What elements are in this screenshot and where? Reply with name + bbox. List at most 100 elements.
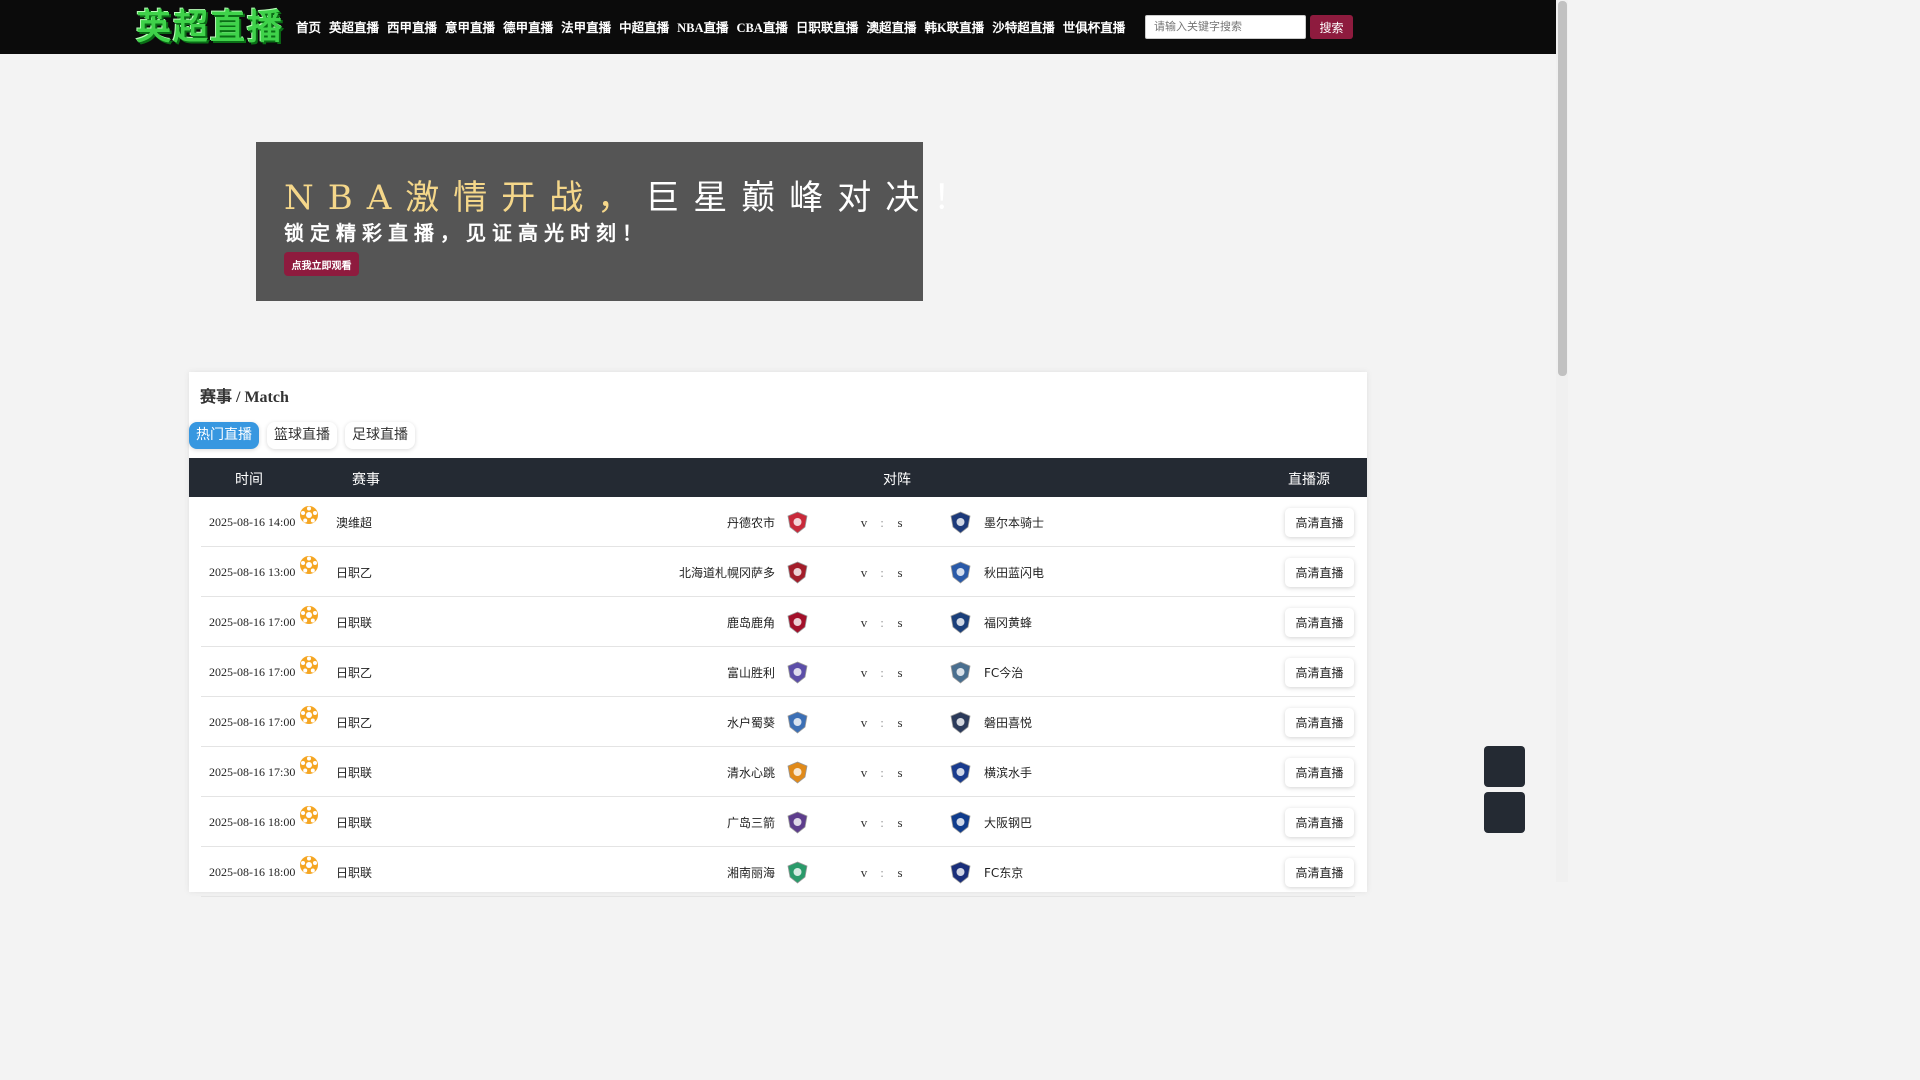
match-time: 2025-08-16 17:30 (209, 765, 296, 779)
banner-title-highlight: NBA激情开战， (284, 178, 646, 218)
nav-item-serie-a[interactable]: 意甲直播 (445, 17, 495, 36)
column-header-league: 赛事 (352, 472, 380, 488)
score-right: s (897, 665, 903, 680)
match-league[interactable]: 日职联 (336, 764, 372, 781)
table-row: 2025-08-16 17:00 日职乙 水户蜀葵 v: s 磐田喜悦 高清直播 (201, 697, 1355, 747)
hd-live-button[interactable]: 高清直播 (1285, 708, 1354, 737)
nav-item-la-liga[interactable]: 西甲直播 (387, 17, 437, 36)
floating-action-button-2[interactable] (1484, 792, 1525, 833)
nav-item-j-league[interactable]: 日职联直播 (796, 17, 859, 36)
home-team-logo-icon (785, 760, 810, 785)
match-score: v: s (855, 665, 909, 681)
home-team-name[interactable]: 水户蜀葵 (727, 714, 775, 731)
score-left: v (860, 765, 868, 780)
home-team-name[interactable]: 北海道札幌冈萨多 (679, 564, 775, 581)
away-team-name[interactable]: 大阪钢巴 (984, 814, 1032, 831)
hd-live-button[interactable]: 高清直播 (1285, 808, 1354, 837)
soccer-ball-icon (299, 505, 319, 525)
home-team-name[interactable]: 丹德农市 (727, 514, 775, 531)
match-league[interactable]: 日职联 (336, 864, 372, 881)
away-team-name[interactable]: 墨尔本骑士 (984, 514, 1044, 531)
score-separator: : (880, 815, 884, 830)
away-team-name[interactable]: 福冈黄蜂 (984, 614, 1032, 631)
hd-live-button[interactable]: 高清直播 (1285, 858, 1354, 887)
nav-item-premier-league[interactable]: 英超直播 (329, 17, 379, 36)
score-right: s (897, 865, 903, 880)
soccer-ball-icon (299, 855, 319, 875)
nav-item-k-league[interactable]: 韩K联直播 (924, 17, 984, 36)
search-input[interactable] (1145, 15, 1306, 39)
away-team-name[interactable]: FC今治 (984, 664, 1023, 681)
score-separator: : (880, 565, 884, 580)
match-time: 2025-08-16 17:00 (209, 615, 296, 629)
soccer-ball-icon (299, 605, 319, 625)
match-time: 2025-08-16 17:00 (209, 715, 296, 729)
nav-item-home[interactable]: 首页 (296, 17, 321, 36)
match-league[interactable]: 日职乙 (336, 664, 372, 681)
banner-subtitle: 锁定精彩直播，见证高光时刻！ (284, 221, 648, 245)
nav-item-ligue-1[interactable]: 法甲直播 (561, 17, 611, 36)
match-league[interactable]: 日职乙 (336, 714, 372, 731)
away-team-name[interactable]: FC东京 (984, 864, 1023, 881)
score-separator: : (880, 615, 884, 630)
score-left: v (860, 815, 868, 830)
home-team-name[interactable]: 鹿岛鹿角 (727, 614, 775, 631)
nav-item-club-world-cup[interactable]: 世俱杯直播 (1063, 17, 1126, 36)
away-team-name[interactable]: 磐田喜悦 (984, 714, 1032, 731)
score-right: s (897, 715, 903, 730)
promo-banner[interactable]: NBA激情开战，巨星巅峰对决！ 锁定精彩直播，见证高光时刻！ 点我立即观看 (256, 142, 967, 301)
match-time: 2025-08-16 13:00 (209, 565, 296, 579)
site-logo[interactable]: 英超直播 (136, 8, 284, 48)
nav-item-cba[interactable]: CBA直播 (737, 17, 788, 36)
home-team-logo-icon (785, 560, 810, 585)
score-separator: : (880, 765, 884, 780)
home-team-logo-icon (785, 710, 810, 735)
tab-basketball-live[interactable]: 篮球直播 (267, 422, 337, 449)
hd-live-button[interactable]: 高清直播 (1285, 558, 1354, 587)
match-league[interactable]: 日职联 (336, 614, 372, 631)
nav-item-saudi-league[interactable]: 沙特超直播 (992, 17, 1055, 36)
home-team-logo-icon (785, 860, 810, 885)
score-left: v (860, 565, 868, 580)
nav-item-a-league[interactable]: 澳超直播 (866, 17, 916, 36)
away-team-name[interactable]: 横滨水手 (984, 764, 1032, 781)
away-team-name[interactable]: 秋田蓝闪电 (984, 564, 1044, 581)
score-right: s (897, 565, 903, 580)
nav-item-bundesliga[interactable]: 德甲直播 (503, 17, 553, 36)
page-scrollbar-thumb[interactable] (1558, 1, 1567, 376)
tab-football-live[interactable]: 足球直播 (345, 422, 415, 449)
match-league[interactable]: 日职联 (336, 814, 372, 831)
match-score: v: s (855, 565, 909, 581)
score-left: v (860, 615, 868, 630)
home-team-name[interactable]: 广岛三箭 (727, 814, 775, 831)
search-button[interactable]: 搜索 (1310, 15, 1353, 39)
home-team-name[interactable]: 富山胜利 (727, 664, 775, 681)
match-league[interactable]: 日职乙 (336, 564, 372, 581)
hd-live-button[interactable]: 高清直播 (1285, 658, 1354, 687)
table-row: 2025-08-16 14:00 澳维超 丹德农市 v: s 墨尔本骑士 高清直播 (201, 497, 1355, 547)
score-left: v (860, 715, 868, 730)
home-team-logo-icon (785, 610, 810, 635)
soccer-ball-icon (299, 705, 319, 725)
away-team-logo-icon (948, 860, 973, 885)
tab-hot-live[interactable]: 热门直播 (189, 422, 259, 449)
table-row: 2025-08-16 17:00 日职乙 富山胜利 v: s FC今治 高清直播 (201, 647, 1355, 697)
home-team-name[interactable]: 湘南丽海 (727, 864, 775, 881)
home-team-name[interactable]: 清水心跳 (727, 764, 775, 781)
hd-live-button[interactable]: 高清直播 (1285, 608, 1354, 637)
score-left: v (860, 865, 868, 880)
match-score: v: s (855, 815, 909, 831)
match-league[interactable]: 澳维超 (336, 514, 372, 531)
match-time: 2025-08-16 17:00 (209, 665, 296, 679)
match-time: 2025-08-16 14:00 (209, 515, 296, 529)
hd-live-button[interactable]: 高清直播 (1285, 758, 1354, 787)
home-team-logo-icon (785, 810, 810, 835)
floating-action-button-1[interactable] (1484, 746, 1525, 787)
match-score: v: s (855, 715, 909, 731)
category-tabs: 热门直播 篮球直播 足球直播 (189, 422, 415, 449)
hd-live-button[interactable]: 高清直播 (1285, 508, 1354, 537)
nav-item-nba[interactable]: NBA直播 (677, 17, 728, 36)
watch-now-button[interactable]: 点我立即观看 (284, 252, 359, 276)
nav-item-csl[interactable]: 中超直播 (619, 17, 669, 36)
soccer-ball-icon (299, 555, 319, 575)
